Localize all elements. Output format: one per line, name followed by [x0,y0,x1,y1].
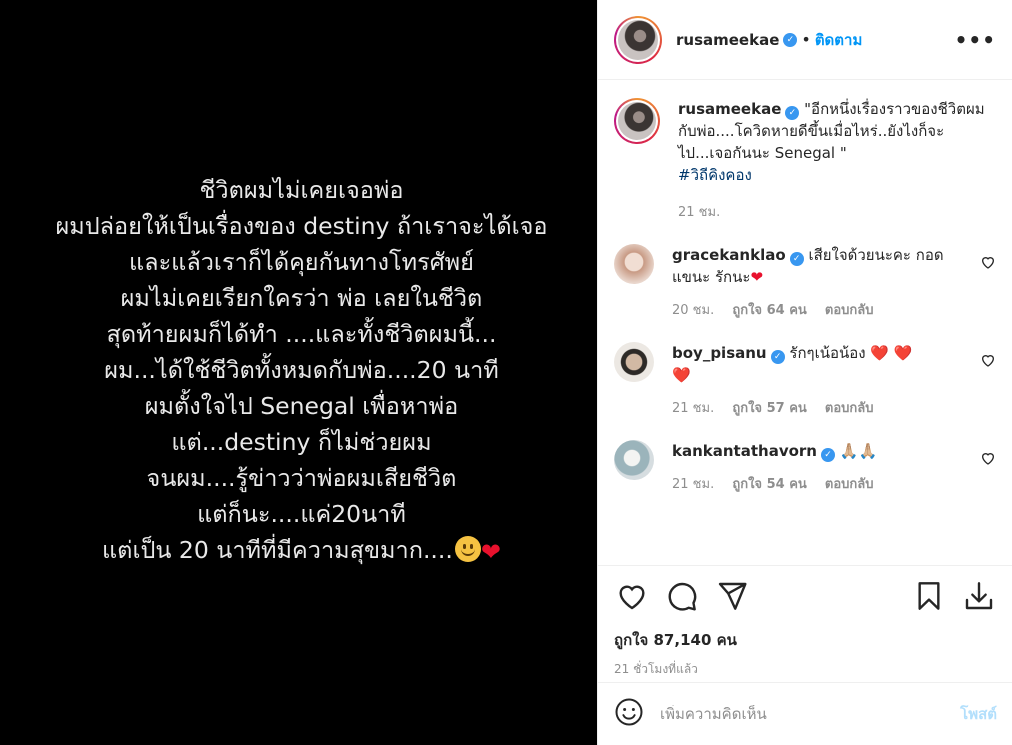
avatar-image [618,19,658,60]
image-text-line: ชีวิตผมไม่เคยเจอพ่อ [199,175,404,204]
image-text-line: แต่...destiny ก็ไม่ช่วยผม [171,427,432,456]
commenter-avatar[interactable] [614,440,654,480]
more-options-icon[interactable]: ••• [955,28,996,52]
emoji-smiley-icon[interactable] [614,697,644,731]
image-text-line: ผม...ได้ใช้ชีวิตทั้งหมดกับพ่อ....20 นาที [104,355,499,384]
add-comment-bar: โพสต์ [598,682,1012,745]
comment-text: 🙏🏼🙏🏼 [839,442,878,460]
post-header: rusameekae ✓ • ติดตาม ••• [598,0,1012,80]
verified-badge-icon: ✓ [770,350,785,364]
reply-button[interactable]: ตอบกลับ [825,477,874,492]
post-comment-button[interactable]: โพสต์ [960,702,997,726]
comment-bubble-icon[interactable] [664,578,700,614]
image-text-line-last: แต่เป็น 20 นาทีที่มีความสุขมาก.... ❤ [55,532,547,570]
comment-time: 20 ชม. [672,303,715,318]
caption-time: 21 ชม. [678,205,721,220]
comment-meta: 21 ชม. ถูกใจ 54 คน ตอบกลับ [672,474,952,496]
post-caption: rusameekae ✓ "อีกหนึ่งเรื่องราวของชีวิตผม… [614,80,996,224]
like-comment-heart-icon[interactable] [980,254,996,270]
reply-button[interactable]: ตอบกลับ [825,401,874,416]
image-text-line: และแล้วเราก็ได้คุยกันทางโทรศัพย์ [129,247,474,276]
post-sidebar: rusameekae ✓ • ติดตาม ••• rusameekae ✓ "อ… [597,0,1012,745]
comment-item: gracekanklao ✓ เสียใจด้วยนะคะ กอดแขนะ รัก… [614,244,996,322]
image-text-line: สุดท้ายผมก็ได้ทำ ....และทั้งชีวิตผมนี้..… [106,319,497,348]
comment-likes[interactable]: ถูกใจ 64 คน [732,303,806,318]
commenter-username[interactable]: gracekanklao [672,246,786,264]
commenter-avatar[interactable] [614,342,654,382]
image-text-line: แต่เป็น 20 นาทีที่มีความสุขมาก.... [102,535,453,564]
caption-body: rusameekae ✓ "อีกหนึ่งเรื่องราวของชีวิตผม… [678,98,996,224]
likes-count[interactable]: ถูกใจ 87,140 คน [614,628,997,652]
comment-meta: 21 ชม. ถูกใจ 57 คน ตอบกลับ [672,398,952,420]
like-comment-heart-icon[interactable] [980,450,996,466]
caption-username[interactable]: rusameekae [678,100,781,118]
verified-badge-icon: ✓ [789,252,804,266]
save-bookmark-icon[interactable] [911,578,947,614]
verified-badge-icon: ✓ [785,106,800,120]
follow-button[interactable]: ติดตาม [815,28,863,52]
image-text-line: ผมปล่อยให้เป็นเรื่องของ destiny ถ้าเราจะ… [55,211,548,240]
post-actions: ถูกใจ 87,140 คน 21 ชั่วโมงที่แล้ว [598,565,1012,679]
red-heart-emoji-icon: ❤ [750,268,764,286]
comment-text: รักๆเน้อน้อง [789,344,866,362]
download-icon[interactable] [961,578,997,614]
comment-likes[interactable]: ถูกใจ 54 คน [732,477,806,492]
commenter-username[interactable]: boy_pisanu [672,344,767,362]
image-text-line: จนผม....รู้ข่าวว่าพ่อผมเสียชีวิต [146,463,457,492]
comment-time: 21 ชม. [672,401,715,416]
post-image[interactable]: ชีวิตผมไม่เคยเจอพ่อ ผมปล่อยให้เป็นเรื่อง… [0,0,597,745]
verified-badge-icon: ✓ [820,448,835,462]
post-timestamp: 21 ชั่วโมงที่แล้ว [614,662,698,676]
image-text-line: ผมตั้งใจไป Senegal เพื่อหาพ่อ [144,391,459,420]
like-comment-heart-icon[interactable] [980,352,996,368]
author-username[interactable]: rusameekae [676,31,779,49]
comments-list[interactable]: rusameekae ✓ "อีกหนึ่งเรื่องราวของชีวิตผม… [598,80,1012,560]
commenter-avatar[interactable] [614,244,654,284]
comment-item: kankantathavorn ✓ 🙏🏼🙏🏼 21 ชม. ถูกใจ 54 คน… [614,440,996,496]
smile-emoji-icon [454,535,481,562]
caption-avatar[interactable] [614,98,660,144]
comment-likes[interactable]: ถูกใจ 57 คน [732,401,806,416]
reply-button[interactable]: ตอบกลับ [825,303,874,318]
verified-badge-icon: ✓ [783,32,798,47]
comment-time: 21 ชม. [672,477,715,492]
avatar-image [618,102,656,140]
share-send-icon[interactable] [714,578,750,614]
comment-input[interactable] [660,705,961,723]
post-image-text: ชีวิตผมไม่เคยเจอพ่อ ผมปล่อยให้เป็นเรื่อง… [49,172,547,570]
image-text-line: แต่ก็นะ....แค่20นาที [197,499,406,528]
hashtag-link[interactable]: #วิถีคิงคอง [678,164,996,186]
comment-item: boy_pisanu ✓ รักๆเน้อน้อง ❤️ ❤️ ❤️ 21 ชม. … [614,342,996,420]
image-text-line: ผมไม่เคยเรียกใครว่า พ่อ เลยในชีวิต [120,283,483,312]
author-avatar[interactable] [614,15,662,64]
commenter-username[interactable]: kankantathavorn [672,442,817,460]
comment-meta: 20 ชม. ถูกใจ 64 คน ตอบกลับ [672,300,952,322]
separator-dot: • [801,30,811,49]
like-heart-icon[interactable] [614,578,650,614]
red-heart-emoji-icon: ❤ [480,537,501,566]
